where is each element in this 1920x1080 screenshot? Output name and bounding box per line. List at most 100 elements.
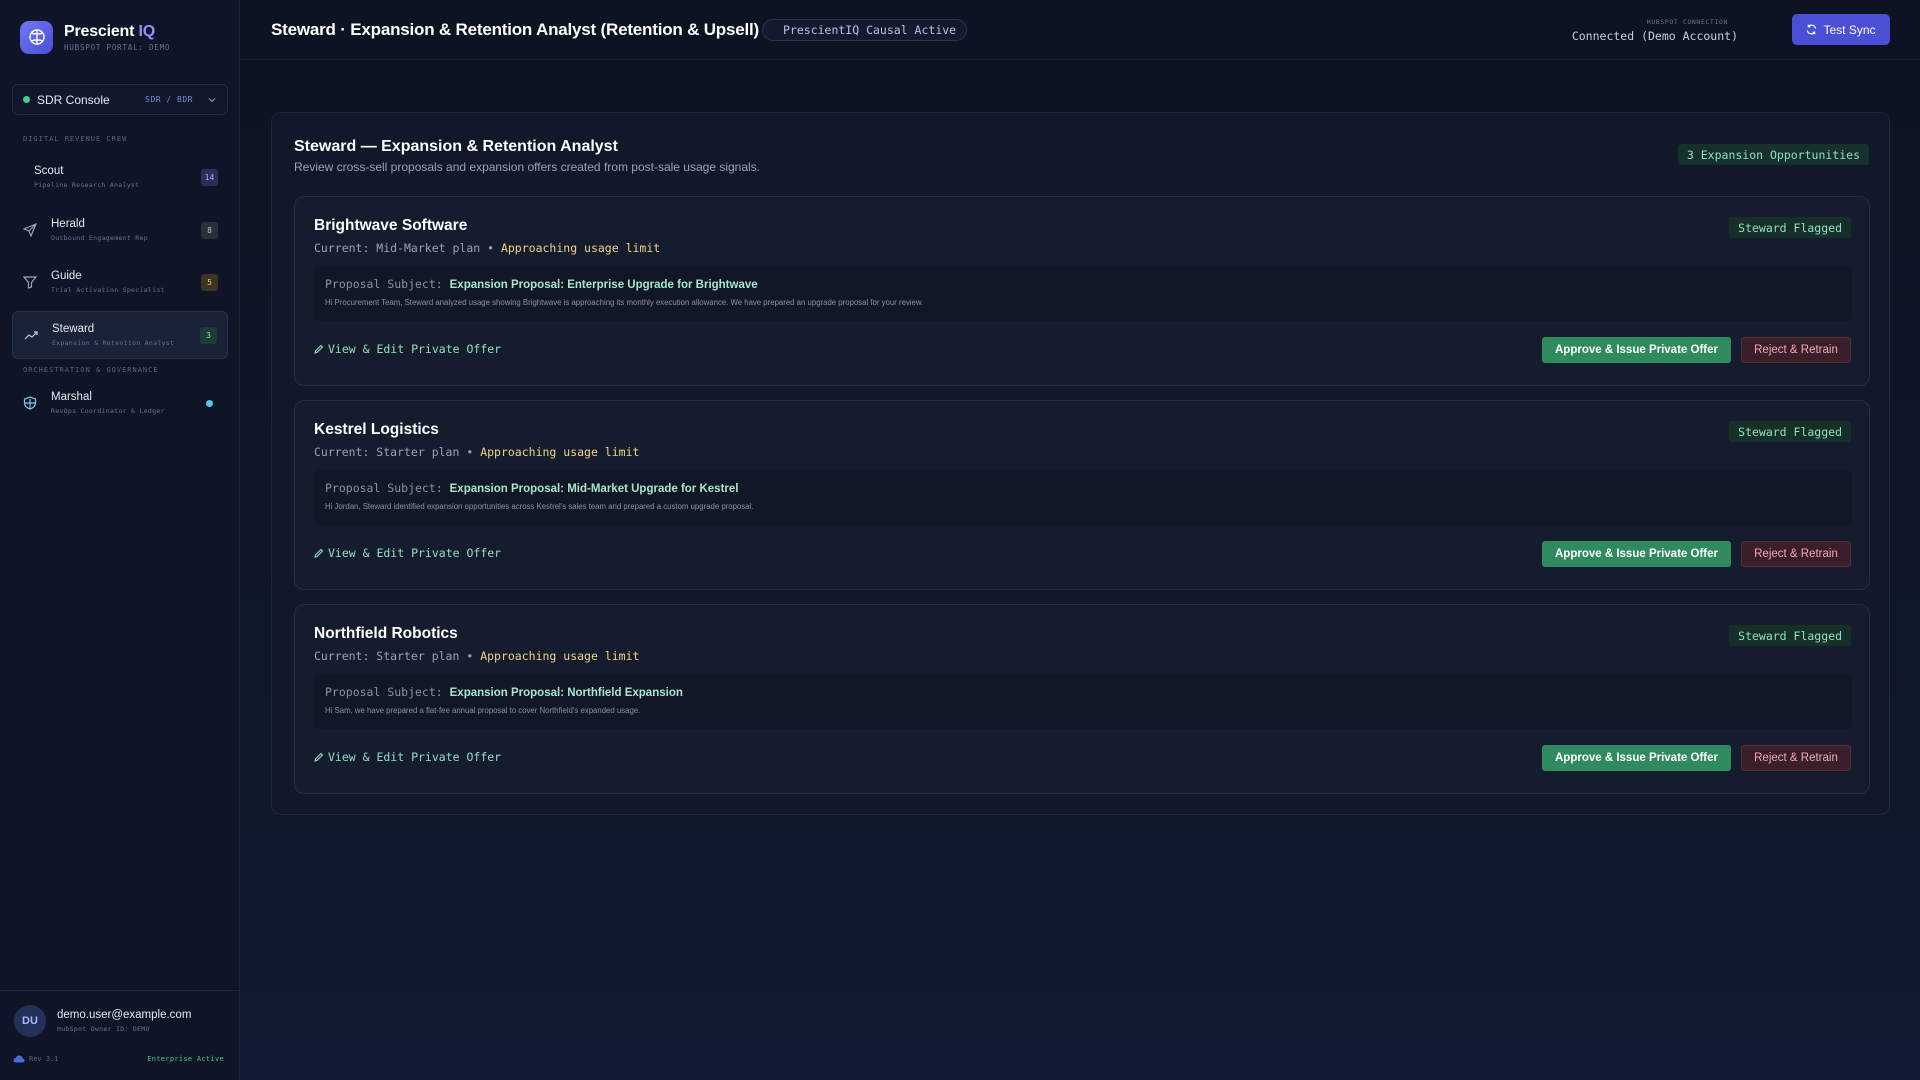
portal-label: HUBSPOT PORTAL: DEMO	[64, 42, 171, 52]
reject-button[interactable]: Reject & Retrain	[1741, 745, 1851, 771]
proposal-subject: Expansion Proposal: Northfield Expansion	[449, 687, 683, 699]
panel-subtitle: Review cross-sell proposals and expansio…	[294, 160, 761, 174]
proposal-body: Hi Procurement Team, Steward analyzed us…	[325, 298, 924, 307]
user-area: DU demo.user@example.com HubSpot Owner I…	[0, 990, 240, 1080]
proposal-subject: Expansion Proposal: Enterprise Upgrade f…	[449, 279, 758, 291]
refresh-icon	[1807, 24, 1817, 35]
nav-label: Marshal	[51, 391, 92, 403]
current-plan: Current: Mid-Market plan	[314, 241, 481, 255]
filter-icon	[22, 274, 38, 290]
opportunity-card: Northfield Robotics Current: Starter pla…	[294, 604, 1870, 794]
count-badge: 8	[201, 221, 218, 239]
count-badge: 14	[201, 168, 218, 186]
nav-label: Guide	[51, 270, 82, 282]
revision-label: Rev 3.1	[29, 1055, 59, 1063]
edit-offer-link[interactable]: View & Edit Private Offer	[314, 342, 501, 356]
test-sync-button[interactable]: Test Sync	[1792, 14, 1890, 45]
connection-status: Connected (Demo Account)	[1571, 29, 1738, 43]
pencil-icon	[314, 752, 324, 762]
approve-button[interactable]: Approve & Issue Private Offer	[1542, 745, 1731, 771]
header: Steward · Expansion & Retention Analyst …	[240, 0, 1920, 60]
sidebar-item-guide[interactable]: Guide Trial Activation Specialist 5	[12, 258, 228, 306]
count-badge: 5	[201, 273, 218, 291]
edit-offer-label: View & Edit Private Offer	[328, 546, 502, 560]
proposal-preview: Proposal Subject: Expansion Proposal: En…	[314, 266, 1852, 321]
proposal-body: Hi Jordan, Steward identified expansion …	[325, 502, 754, 511]
edit-offer-label: View & Edit Private Offer	[328, 342, 502, 356]
edit-offer-link[interactable]: View & Edit Private Offer	[314, 750, 501, 764]
sidebar-item-scout[interactable]: Scout Pipeline Research Analyst 14	[12, 153, 228, 201]
sidebar-item-steward[interactable]: Steward Expansion & Retention Analyst 3	[12, 311, 228, 359]
plan-info: Current: Mid-Market plan • Approaching u…	[314, 241, 661, 255]
edit-offer-label: View & Edit Private Offer	[328, 750, 502, 764]
proposal-label: Proposal Subject:	[325, 685, 443, 699]
section-orchestration: ORCHESTRATION & GOVERNANCE	[23, 366, 159, 374]
company-name: Kestrel Logistics	[314, 421, 439, 438]
owner-id: HubSpot Owner ID: DEMO	[57, 1025, 150, 1033]
nav-sub: Expansion & Retention Analyst	[52, 339, 175, 347]
revision: Rev 3.1	[13, 1055, 59, 1063]
proposal-body: Hi Sam, we have prepared a flat-fee annu…	[325, 706, 641, 715]
trending-up-icon	[23, 327, 39, 343]
opportunity-card: Kestrel Logistics Current: Starter plan …	[294, 400, 1870, 590]
nav-sub: RevOps Coordinator & Ledger	[51, 407, 165, 415]
approve-button[interactable]: Approve & Issue Private Offer	[1542, 541, 1731, 567]
main-content: Steward — Expansion & Retention Analyst …	[240, 60, 1920, 1080]
console-selector[interactable]: SDR Console SDR / BDR	[12, 84, 228, 115]
nav-label: Herald	[51, 218, 85, 230]
user-email: demo.user@example.com	[57, 1009, 192, 1021]
nav-sub: Trial Activation Specialist	[51, 286, 165, 294]
causal-status-badge: PrescientIQ Causal Active	[762, 19, 968, 41]
proposal-label: Proposal Subject:	[325, 481, 443, 495]
plan-status: Enterprise Active	[147, 1055, 224, 1063]
brand-accent: IQ	[138, 22, 156, 40]
pencil-icon	[314, 344, 324, 354]
usage-status: Approaching usage limit	[500, 241, 661, 255]
company-name: Northfield Robotics	[314, 625, 458, 642]
nav-sub: Outbound Engagement Rep	[51, 234, 148, 242]
page-title: Steward · Expansion & Retention Analyst …	[271, 20, 759, 39]
section-crew: DIGITAL REVENUE CREW	[23, 135, 128, 143]
brain-icon	[20, 20, 53, 54]
console-label: SDR Console	[37, 92, 110, 107]
brand[interactable]: Prescient IQ HUBSPOT PORTAL: DEMO	[20, 19, 170, 55]
online-indicator	[206, 399, 213, 407]
plan-info: Current: Starter plan • Approaching usag…	[314, 445, 640, 459]
proposal-preview: Proposal Subject: Expansion Proposal: No…	[314, 674, 1852, 729]
approve-button[interactable]: Approve & Issue Private Offer	[1542, 337, 1731, 363]
proposal-subject: Expansion Proposal: Mid-Market Upgrade f…	[449, 483, 739, 495]
steward-panel: Steward — Expansion & Retention Analyst …	[271, 112, 1890, 815]
company-name: Brightwave Software	[314, 217, 468, 234]
sync-label: Test Sync	[1823, 22, 1876, 37]
reject-button[interactable]: Reject & Retrain	[1741, 337, 1851, 363]
flag-badge: Steward Flagged	[1729, 625, 1851, 646]
opportunity-card: Brightwave Software Current: Mid-Market …	[294, 196, 1870, 386]
proposal-preview: Proposal Subject: Expansion Proposal: Mi…	[314, 470, 1852, 525]
usage-status: Approaching usage limit	[480, 649, 640, 663]
shield-icon	[22, 395, 38, 411]
proposal-label: Proposal Subject:	[325, 277, 443, 291]
current-plan: Current: Starter plan	[314, 445, 460, 459]
panel-title: Steward — Expansion & Retention Analyst	[294, 138, 618, 155]
flag-badge: Steward Flagged	[1729, 217, 1851, 238]
nav-sub: Pipeline Research Analyst	[34, 181, 140, 189]
chevron-down-icon	[208, 97, 216, 102]
avatar[interactable]: DU	[14, 1005, 46, 1037]
edit-offer-link[interactable]: View & Edit Private Offer	[314, 546, 501, 560]
sidebar: Prescient IQ HUBSPOT PORTAL: DEMO SDR Co…	[0, 0, 240, 1080]
send-icon	[22, 222, 38, 238]
brand-name: Prescient	[64, 22, 135, 40]
nav-label: Steward	[52, 323, 95, 335]
flag-badge: Steward Flagged	[1729, 421, 1851, 442]
current-plan: Current: Starter plan	[314, 649, 460, 663]
nav-label: Scout	[34, 165, 64, 177]
usage-status: Approaching usage limit	[480, 445, 640, 459]
count-badge: 3	[200, 326, 217, 344]
plan-info: Current: Starter plan • Approaching usag…	[314, 649, 640, 663]
connection-label: HUBSPOT CONNECTION	[1646, 18, 1728, 26]
sidebar-item-herald[interactable]: Herald Outbound Engagement Rep 8	[12, 206, 228, 254]
reject-button[interactable]: Reject & Retrain	[1741, 541, 1851, 567]
console-mode: SDR / BDR	[145, 95, 193, 104]
sidebar-item-marshal[interactable]: Marshal RevOps Coordinator & Ledger	[12, 379, 228, 427]
pencil-icon	[314, 548, 324, 558]
